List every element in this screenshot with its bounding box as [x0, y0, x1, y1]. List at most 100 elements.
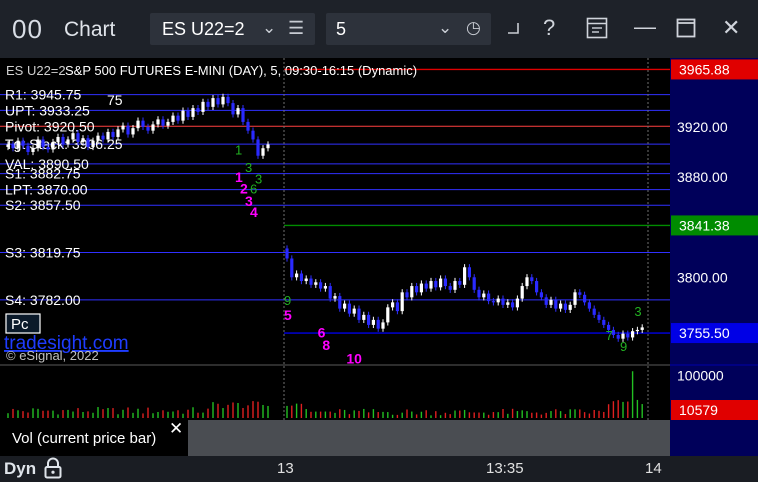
candle-body	[525, 277, 529, 287]
candle-body	[477, 289, 481, 298]
chevron-down-icon[interactable]: ⌄	[262, 18, 276, 38]
candle-body	[71, 133, 75, 140]
candle-body	[429, 281, 433, 289]
close-icon[interactable]: ✕	[722, 15, 740, 41]
level-label-r1: R1: 3945.75	[5, 87, 81, 103]
price-chart[interactable]: R1: 3945.75UPT: 3933.25Pivot: 3920.50Tgt…	[0, 58, 758, 456]
candle-body	[568, 304, 572, 310]
candle-body	[146, 126, 150, 131]
candle-body	[616, 334, 620, 339]
price-marker-label: 3755.50	[679, 325, 730, 341]
chevron-down-icon[interactable]: ⌄	[438, 18, 452, 38]
price-tick-label: 3880.00	[677, 169, 728, 185]
candle-body	[61, 136, 65, 145]
volume-indicator-label: Vol (current price bar)	[12, 430, 156, 447]
copyright-label: © eSignal, 2022	[6, 348, 99, 363]
menu-icon[interactable]: ☰	[288, 18, 304, 39]
level-fragment-label: 75	[107, 92, 123, 108]
candle-body	[151, 124, 155, 131]
help-icon[interactable]: ?	[543, 15, 555, 41]
candle-body	[51, 141, 55, 150]
candle-body	[266, 144, 270, 149]
level-label-s3: S3: 3819.75	[5, 245, 81, 261]
symbol-selector[interactable]: ES U22=2 ⌄ ☰	[150, 13, 315, 45]
candle-body	[357, 308, 361, 320]
clock-icon[interactable]: ◷	[466, 18, 481, 38]
price-axis[interactable]	[670, 58, 758, 456]
candle-body	[381, 322, 385, 329]
level-label-upt: UPT: 3933.25	[5, 102, 90, 118]
countdown-magenta: 5	[284, 307, 292, 323]
candle-body	[443, 278, 447, 287]
dynamic-mode-toggle[interactable]: Dyn	[4, 459, 36, 479]
candle-body	[535, 281, 539, 293]
candle-body	[101, 135, 105, 140]
candle-body	[405, 292, 409, 298]
candle-body	[156, 119, 160, 125]
lock-icon[interactable]	[43, 457, 63, 479]
minimize-icon[interactable]: —	[634, 14, 656, 40]
pc-button-label[interactable]: Pc	[11, 316, 29, 333]
candle-body	[549, 299, 553, 305]
candle-body	[563, 303, 567, 310]
pin-icon[interactable]	[507, 22, 519, 34]
workspace-icon[interactable]	[586, 17, 608, 39]
candle-body	[256, 139, 260, 156]
price-tick-label: 3800.00	[677, 269, 728, 285]
candle-body	[216, 98, 220, 105]
candle-body	[251, 130, 255, 140]
candle-body	[530, 277, 534, 282]
candle-body	[544, 297, 548, 305]
interval-selector[interactable]: 5 ⌄ ◷	[326, 13, 491, 45]
candle-body	[515, 298, 519, 308]
candle-body	[439, 278, 443, 288]
candle-body	[347, 303, 351, 314]
candle-body	[21, 140, 25, 146]
candle-body	[11, 144, 15, 149]
candle-body	[467, 267, 471, 278]
candle-body	[171, 115, 175, 122]
candle-body	[186, 110, 190, 117]
candle-body	[181, 110, 185, 121]
interval-input[interactable]: 5	[336, 19, 346, 40]
candle-body	[573, 292, 577, 305]
symbol-input[interactable]: ES U22=2	[162, 19, 245, 40]
candle-body	[76, 133, 80, 142]
countdown-magenta: 10	[346, 351, 362, 367]
candle-body	[424, 283, 428, 289]
candle-body	[131, 128, 135, 135]
candle-body	[111, 131, 115, 137]
candle-body	[554, 299, 558, 309]
candle-body	[578, 292, 582, 295]
candle-body	[506, 302, 510, 305]
maximize-icon[interactable]	[676, 18, 696, 38]
candle-body	[314, 282, 318, 285]
candle-body	[487, 293, 491, 302]
candle-body	[31, 148, 35, 152]
volume-indicator-tab[interactable]: Vol (current price bar) ✕	[0, 419, 670, 456]
time-axis-bar[interactable]: Dyn 13 13:35 14	[0, 456, 758, 482]
price-tick-label: 3920.00	[677, 119, 728, 135]
candle-body	[496, 298, 500, 303]
candle-body	[176, 115, 180, 121]
candle-body	[241, 108, 245, 122]
app-logo-icon[interactable]: 00	[12, 14, 43, 45]
countdown-green: 3	[634, 304, 641, 319]
candle-body	[66, 139, 70, 145]
candle-body	[539, 292, 543, 298]
level-label-s1: S1: 3882.75	[5, 166, 81, 182]
countdown-green: 3	[245, 160, 252, 175]
close-icon[interactable]: ✕	[169, 419, 183, 439]
candle-body	[91, 140, 95, 147]
candle-body	[415, 286, 419, 293]
candle-body	[463, 267, 467, 285]
countdown-green: 3	[255, 171, 262, 186]
candle-body	[592, 308, 596, 315]
chart-container[interactable]: R1: 3945.75 UPT: 3933.25 Pivot: 3920.50 Tgt…	[0, 58, 758, 456]
candle-body	[472, 277, 476, 290]
pc-button[interactable]: Pc	[5, 313, 41, 334]
level-label-s4: S4: 3782.00	[5, 292, 81, 308]
candle-body	[246, 121, 250, 131]
candle-body	[371, 319, 375, 325]
level-label-pivot: Pivot: 3920.50	[5, 118, 95, 134]
